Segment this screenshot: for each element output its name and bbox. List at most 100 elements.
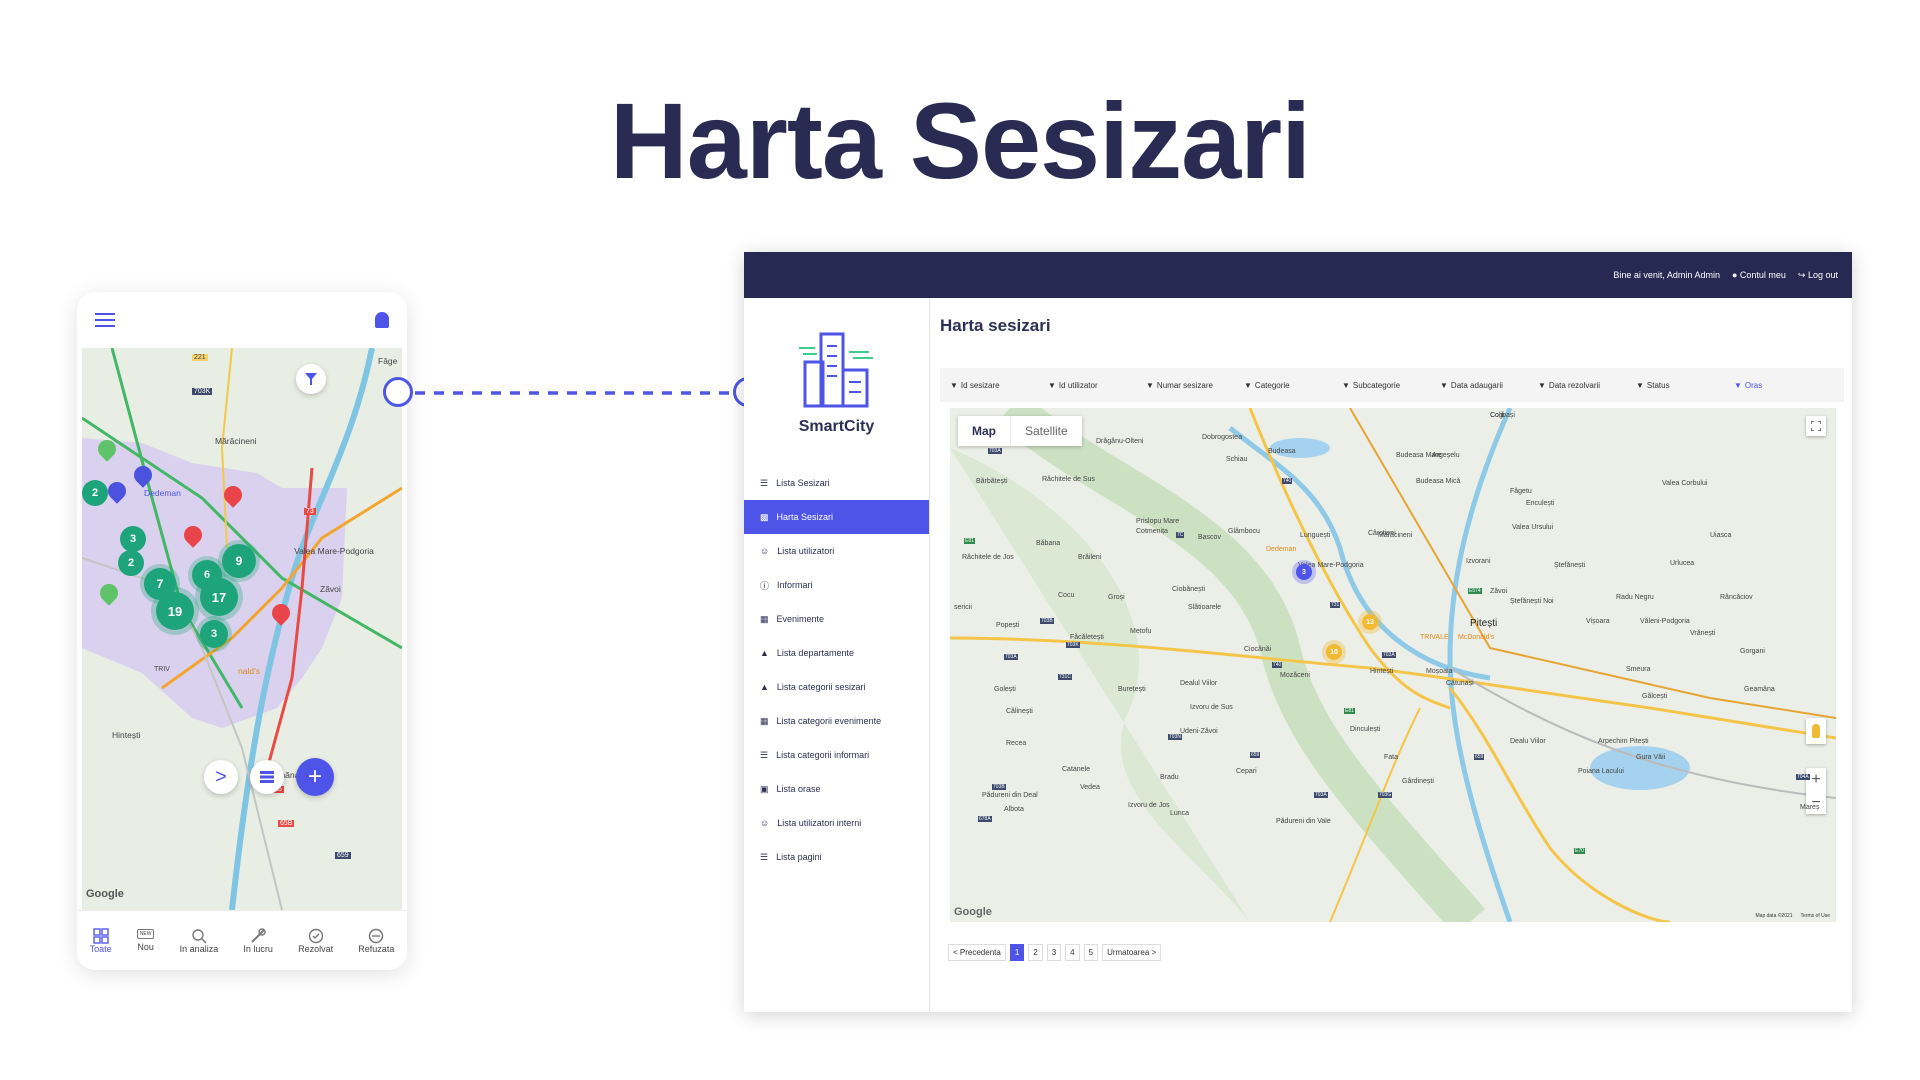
map-place-label: Moșoaia <box>1426 668 1453 675</box>
map-cluster-marker[interactable]: 13 <box>1362 614 1378 630</box>
logo[interactable]: SmartCity <box>744 298 929 466</box>
tab-in-lucru[interactable]: In lucru <box>243 927 273 954</box>
filter-status[interactable]: ▼ Status <box>1636 381 1734 390</box>
menu-label: Lista departamente <box>776 648 854 658</box>
account-label: Contul meu <box>1739 270 1786 280</box>
map-place-label: Budeasa Mică <box>1416 478 1461 485</box>
map-place-label: Pădureni din Vale <box>1276 818 1331 825</box>
google-logo: Google <box>954 906 992 918</box>
info-icon: ⓘ <box>760 580 770 591</box>
menu-item-lista-categorii-sesizari[interactable]: ▲ Lista categorii sesizari <box>744 670 929 704</box>
menu-item-lista-utilizatori[interactable]: ☺ Lista utilizatori <box>744 534 929 568</box>
map-place-label: Albota <box>1004 806 1024 813</box>
map-place-label: Enculești <box>1526 500 1555 507</box>
zoom-in-button[interactable]: + <box>1811 771 1820 789</box>
filter-categorie[interactable]: ▼ Categorie <box>1244 381 1342 390</box>
analysis-icon <box>192 928 207 943</box>
cluster-marker[interactable]: 3 <box>120 526 146 552</box>
list-icon <box>260 771 274 783</box>
account-link[interactable]: ● Contul meu <box>1732 270 1786 280</box>
map-cluster-marker[interactable]: 3 <box>1296 564 1312 580</box>
hamburger-menu-icon[interactable] <box>95 309 115 331</box>
menu-item-harta-sesizari[interactable]: ▩ Harta Sesizari <box>744 500 929 534</box>
logout-link[interactable]: ↪ Log out <box>1798 270 1838 281</box>
menu-label: Lista categorii informari <box>776 750 870 760</box>
map-label: TRIV <box>154 666 170 673</box>
filter-id-sesizare[interactable]: ▼ Id sesizare <box>950 381 1048 390</box>
desktop-window: Bine ai venit, Admin Admin ● Contul meu … <box>744 252 1852 1012</box>
road-number-label: 703A <box>988 448 1002 454</box>
filter-label: Oras <box>1744 380 1763 390</box>
map-cluster-marker[interactable]: 10 <box>1326 644 1342 660</box>
content-title: Harta sesizari <box>940 316 1051 335</box>
filter-data-adaugarii[interactable]: ▼ Data adaugarii <box>1440 381 1538 390</box>
map-type-satellite[interactable]: Satellite <box>1010 416 1082 446</box>
map-place-label: Metofu <box>1130 628 1152 635</box>
road-number-label: 659 <box>1474 754 1485 760</box>
fullscreen-button[interactable] <box>1806 416 1826 436</box>
bell-icon: ▲ <box>760 648 769 658</box>
filter-oras[interactable]: ▼ Oras <box>1734 381 1832 390</box>
map-place-label: Arpechim Pitești <box>1598 738 1649 745</box>
pegman-icon[interactable] <box>1806 718 1826 744</box>
menu-item-evenimente[interactable]: ▦ Evenimente <box>744 602 929 636</box>
next-button[interactable]: > <box>204 760 238 794</box>
menu-item-lista-sesizari[interactable]: ☰ Lista Sesizari <box>744 466 929 500</box>
map-type-map[interactable]: Map <box>958 416 1010 446</box>
filter-data-rezolvarii[interactable]: ▼ Data rezolvarii <box>1538 381 1636 390</box>
map-place-label: Gura Văii <box>1636 754 1666 761</box>
filter-label: Data rezolvarii <box>1548 380 1601 390</box>
tab-refuzata[interactable]: Refuzata <box>358 928 394 954</box>
menu-label: Lista categorii evenimente <box>776 716 882 726</box>
menu-item-informari[interactable]: ⓘ Informari <box>744 568 929 602</box>
menu-label: Lista utilizatori <box>777 546 835 556</box>
menu-item-lista-categorii-informari[interactable]: ☰ Lista categorii informari <box>744 738 929 772</box>
terms-link[interactable]: Terms of Use <box>1801 913 1830 919</box>
menu-label: Lista pagini <box>776 852 822 862</box>
road-number-label: E81 <box>964 538 975 544</box>
pagination-page[interactable]: 4 <box>1065 944 1080 961</box>
add-report-button[interactable]: + <box>296 758 334 796</box>
tab-rezolvat[interactable]: Rezolvat <box>298 928 333 954</box>
cluster-marker[interactable]: 19 <box>156 592 194 630</box>
pagination-prev[interactable]: < Precedenta <box>948 944 1006 961</box>
pagination-page[interactable]: 3 <box>1046 944 1062 961</box>
map-place-label: Cârstieni <box>1368 530 1396 537</box>
filter-subcategorie[interactable]: ▼ Subcategorie <box>1342 381 1440 390</box>
pagination-page[interactable]: 2 <box>1028 944 1043 961</box>
pagination-next[interactable]: Urmatoarea > <box>1102 944 1162 961</box>
filter-button[interactable] <box>296 364 326 394</box>
tab-in-analiza[interactable]: In analiza <box>180 928 218 954</box>
menu-item-lista-departamente[interactable]: ▲ Lista departamente <box>744 636 929 670</box>
tab-nou[interactable]: NEW Nou <box>136 929 155 952</box>
cluster-marker[interactable]: 2 <box>82 480 108 506</box>
map-place-label: Budeasa <box>1268 448 1296 455</box>
list-view-button[interactable] <box>250 760 284 794</box>
tab-toate[interactable]: Toate <box>90 927 112 954</box>
map-place-label: Vrănești <box>1690 630 1716 637</box>
cluster-marker[interactable]: 17 <box>200 578 238 616</box>
menu-item-lista-categorii-evenimente[interactable]: ▦ Lista categorii evenimente <box>744 704 929 738</box>
mobile-map[interactable]: Fâge Mărăcineni Dedeman Valea Mare-Podgo… <box>82 348 402 910</box>
menu-item-lista-pagini[interactable]: ☰ Lista pagini <box>744 840 929 874</box>
map-place-label: Valea Ursului <box>1512 524 1554 531</box>
cluster-marker[interactable]: 2 <box>118 550 144 576</box>
map-place-label: Groși <box>1108 594 1125 601</box>
pagination-page[interactable]: 1 <box>1009 944 1025 961</box>
map-place-label: Făgetu <box>1510 488 1532 495</box>
filter-numar-sesizare[interactable]: ▼ Numar sesizare <box>1146 381 1244 390</box>
menu-item-lista-orase[interactable]: ▣ Lista orase <box>744 772 929 806</box>
top-header-bar: Bine ai venit, Admin Admin ● Contul meu … <box>744 252 1852 298</box>
menu-item-lista-utilizatori-interni[interactable]: ☺ Lista utilizatori interni <box>744 806 929 840</box>
desktop-map[interactable]: Map Satellite + − Colibași Dobrogostea Bud… <box>950 408 1836 922</box>
cluster-marker[interactable]: 9 <box>222 544 256 578</box>
cluster-marker[interactable]: 3 <box>200 620 228 648</box>
map-label: Hintești <box>112 730 141 740</box>
map-place-label: Răchitele de Jos <box>962 554 1014 561</box>
map-place-label: Smeura <box>1626 666 1651 673</box>
pagination-page[interactable]: 5 <box>1083 944 1099 961</box>
notification-bell-icon[interactable] <box>375 312 389 328</box>
filter-id-utilizator[interactable]: ▼ Id utilizator <box>1048 381 1146 390</box>
map-place-label: Prislopu Mare <box>1136 518 1180 525</box>
map-place-label: Cătunași <box>1446 680 1474 687</box>
